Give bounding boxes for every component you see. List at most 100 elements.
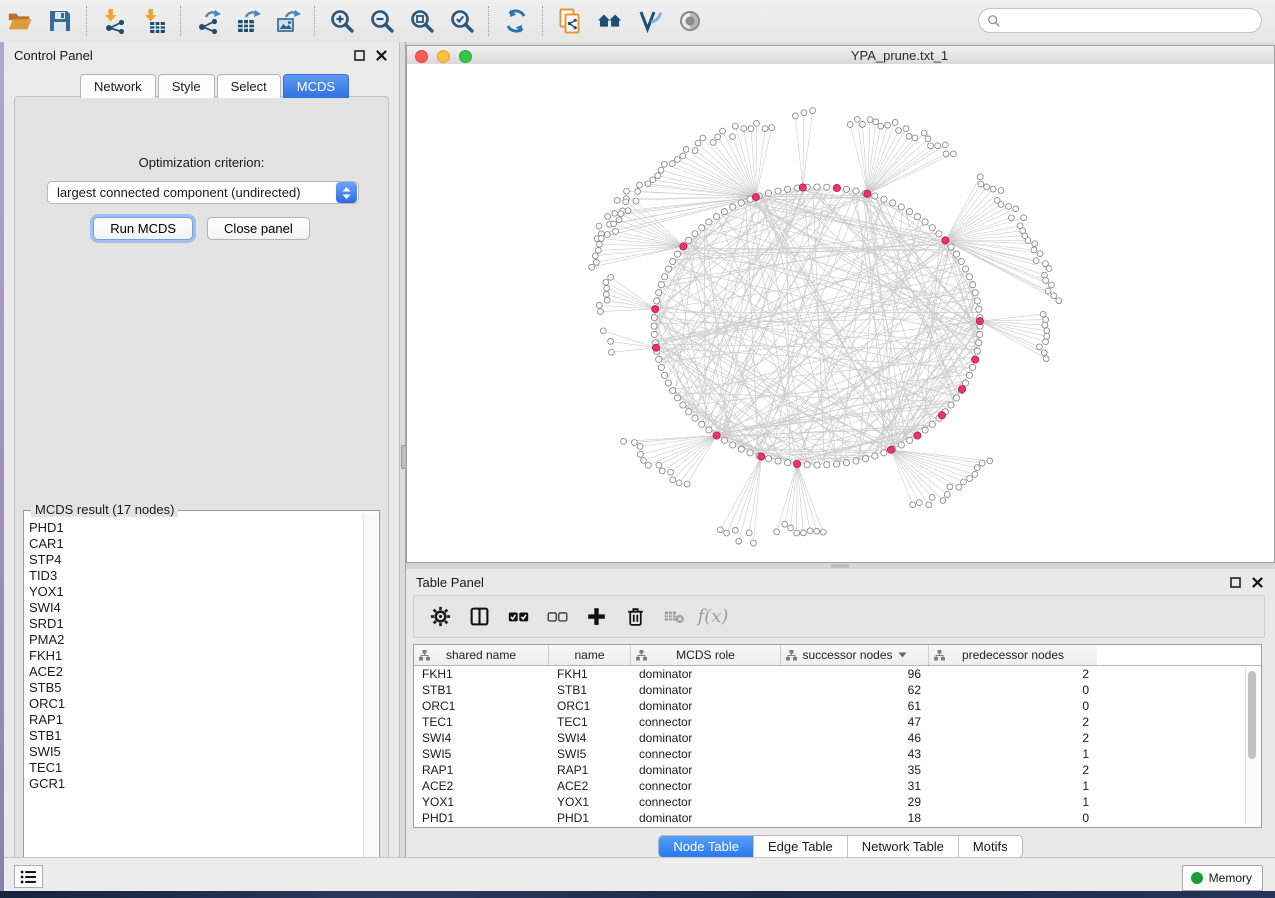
tab-motifs[interactable]: Motifs [959,836,1022,857]
table-cell[interactable]: 43 [781,746,929,762]
import-network-button[interactable] [98,5,130,37]
mcds-result-item[interactable]: STB1 [29,728,363,744]
tab-edge-table[interactable]: Edge Table [754,836,848,857]
graphics-details-toggle-button[interactable] [634,5,666,37]
mcds-result-item[interactable]: SWI5 [29,744,363,760]
table-cell[interactable]: PHD1 [549,810,631,826]
first-neighbors-button[interactable] [594,5,626,37]
tab-style[interactable]: Style [158,74,215,98]
table-cell[interactable]: 35 [781,762,929,778]
table-cell[interactable]: ORC1 [549,698,631,714]
table-row[interactable]: PHD1PHD1dominator180 [414,810,1261,826]
unselect-all-columns-button[interactable] [545,605,569,629]
table-cell[interactable]: dominator [631,698,781,714]
optimization-criterion-select[interactable]: largest connected component (undirected) [47,181,359,204]
column-header-name[interactable]: name [549,645,631,665]
column-header-mcds-role[interactable]: MCDS role [631,645,781,665]
table-cell[interactable]: connector [631,714,781,730]
column-header-successor-nodes[interactable]: successor nodes [781,645,929,665]
close-table-panel-button[interactable] [1249,574,1265,590]
table-cell[interactable]: 47 [781,714,929,730]
tab-node-table[interactable]: Node Table [659,836,754,857]
create-column-button[interactable] [584,605,608,629]
delete-column-button[interactable] [623,605,647,629]
table-cell[interactable]: ACE2 [414,778,549,794]
table-cell[interactable]: connector [631,794,781,810]
table-cell[interactable]: 46 [781,730,929,746]
mcds-result-item[interactable]: ORC1 [29,696,363,712]
column-header-shared-name[interactable]: shared name [414,645,549,665]
import-table-button[interactable] [138,5,170,37]
toggle-column-panel-button[interactable] [467,605,491,629]
table-cell[interactable]: 2 [929,666,1097,682]
table-row[interactable]: SWI4SWI4dominator462 [414,730,1261,746]
mcds-result-item[interactable]: PMA2 [29,632,363,648]
zoom-in-button[interactable] [326,5,358,37]
table-cell[interactable]: 1 [929,778,1097,794]
tab-network[interactable]: Network [80,74,156,98]
zoom-selected-button[interactable] [446,5,478,37]
table-cell[interactable]: FKH1 [549,666,631,682]
mcds-result-item[interactable]: ACE2 [29,664,363,680]
mcds-result-item[interactable]: CAR1 [29,536,363,552]
table-cell[interactable]: ORC1 [414,698,549,714]
open-file-button[interactable] [4,5,36,37]
table-cell[interactable]: YOX1 [414,794,549,810]
mcds-result-item[interactable]: STP4 [29,552,363,568]
table-cell[interactable]: TEC1 [414,714,549,730]
table-cell[interactable]: SWI4 [549,730,631,746]
refresh-view-button[interactable] [500,5,532,37]
table-row[interactable]: ORC1ORC1dominator610 [414,698,1261,714]
network-window-titlebar[interactable]: YPA_prune.txt_1 [407,46,1274,65]
table-cell[interactable]: 29 [781,794,929,810]
tab-select[interactable]: Select [217,74,281,98]
close-panel-action-button[interactable]: Close panel [207,217,310,240]
table-cell[interactable]: 61 [781,698,929,714]
table-cell[interactable]: 96 [781,666,929,682]
mcds-result-item[interactable]: SRD1 [29,616,363,632]
table-cell[interactable]: SWI4 [414,730,549,746]
table-cell[interactable]: STB1 [549,682,631,698]
table-cell[interactable]: dominator [631,666,781,682]
mcds-result-item[interactable]: PHD1 [29,520,363,536]
zoom-out-button[interactable] [366,5,398,37]
table-row[interactable]: ACE2ACE2connector311 [414,778,1261,794]
mcds-result-item[interactable]: TEC1 [29,760,363,776]
table-cell[interactable]: 2 [929,762,1097,778]
scrollbar-thumb[interactable] [1248,671,1256,759]
mcds-result-item[interactable]: TID3 [29,568,363,584]
table-row[interactable]: SWI5SWI5connector431 [414,746,1261,762]
table-cell[interactable]: ACE2 [549,778,631,794]
table-cell[interactable]: 62 [781,682,929,698]
vertical-splitter[interactable] [399,42,406,857]
export-image-button[interactable] [272,5,304,37]
mcds-result-list[interactable]: PHD1CAR1STP4TID3YOX1SWI4SRD1PMA2FKH1ACE2… [26,520,363,878]
table-cell[interactable]: 0 [929,698,1097,714]
run-mcds-button[interactable]: Run MCDS [93,217,193,240]
table-row[interactable]: YOX1YOX1connector291 [414,794,1261,810]
splitter-grip[interactable] [831,564,849,568]
table-cell[interactable]: 0 [929,682,1097,698]
close-panel-button[interactable] [373,47,389,63]
table-row[interactable]: TEC1TEC1connector472 [414,714,1261,730]
mcds-result-item[interactable]: RAP1 [29,712,363,728]
table-cell[interactable]: 1 [929,794,1097,810]
mcds-result-item[interactable]: FKH1 [29,648,363,664]
table-row[interactable]: FKH1FKH1dominator962 [414,666,1261,682]
table-row[interactable]: STB1STB1dominator620 [414,682,1261,698]
table-cell[interactable]: SWI5 [549,746,631,762]
task-history-button[interactable] [14,865,43,888]
table-cell[interactable]: RAP1 [549,762,631,778]
table-cell[interactable]: 1 [929,746,1097,762]
table-cell[interactable]: 0 [929,810,1097,826]
select-all-columns-button[interactable] [506,605,530,629]
float-panel-button[interactable] [351,47,367,63]
table-cell[interactable]: dominator [631,762,781,778]
table-cell[interactable]: 2 [929,714,1097,730]
table-row[interactable]: RAP1RAP1dominator352 [414,762,1261,778]
table-cell[interactable]: connector [631,778,781,794]
new-network-from-selection-button[interactable] [554,5,586,37]
table-cell[interactable]: connector [631,746,781,762]
table-cell[interactable]: dominator [631,682,781,698]
search-input[interactable] [1001,12,1261,29]
